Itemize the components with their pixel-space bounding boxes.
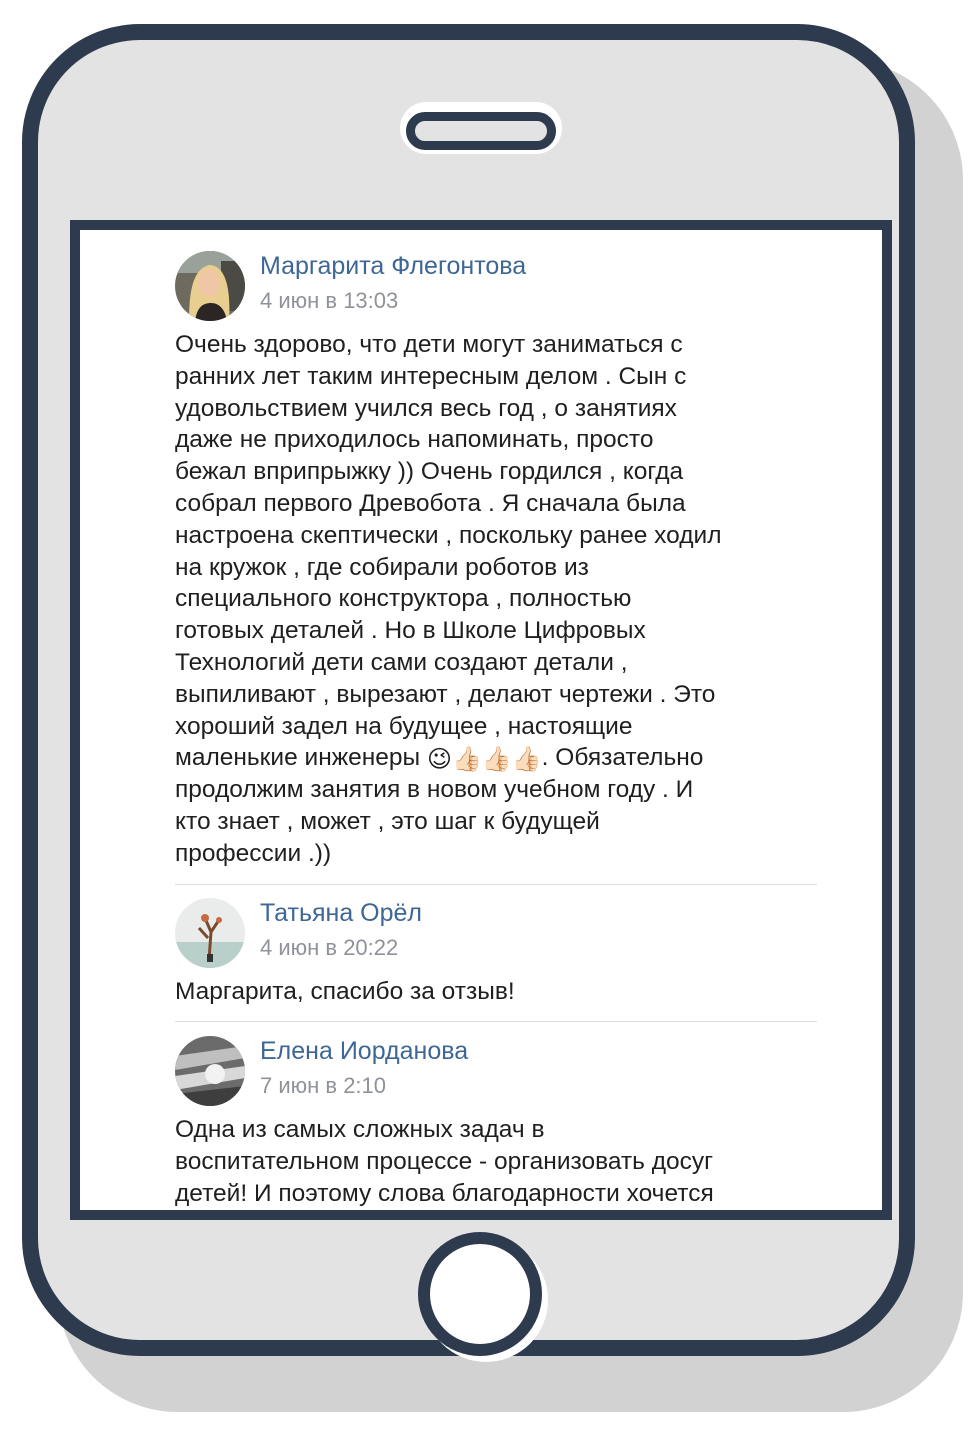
comment-text: Одна из самых сложных задач в воспитател…: [175, 1116, 714, 1207]
comment-date[interactable]: 4 июн в 20:22: [260, 935, 398, 961]
avatar[interactable]: [175, 898, 245, 968]
comment-text: Очень здорово, что дети могут заниматься…: [175, 329, 825, 870]
thumbs-up-emoji: 👍🏻: [451, 746, 482, 774]
comment-2: Татьяна Орёл 4 июн в 20:22 Маргарита, сп…: [175, 898, 825, 1018]
thumbs-up-emoji: 👍🏻: [511, 746, 542, 774]
avatar[interactable]: [175, 1036, 245, 1106]
comment-divider: [175, 884, 817, 885]
comment-date[interactable]: 4 июн в 13:03: [260, 288, 398, 314]
avatar-tatiana-image: [175, 898, 245, 968]
comment-author[interactable]: Елена Иорданова: [260, 1036, 468, 1066]
phone-speaker: [406, 112, 556, 150]
avatar[interactable]: [175, 251, 245, 321]
comment-author[interactable]: Татьяна Орёл: [260, 898, 422, 928]
comment-1: Маргарита Флегонтова 4 июн в 13:03 Очень…: [175, 251, 825, 871]
comment-3: Елена Иорданова 7 июн в 2:10 Одна из сам…: [175, 1036, 825, 1210]
avatar-elena-image: [175, 1036, 245, 1106]
phone-screen: Маргарита Флегонтова 4 июн в 13:03 Очень…: [70, 220, 892, 1220]
home-button[interactable]: [418, 1232, 542, 1356]
comment-text-part: Очень здорово, что дети могут заниматься…: [175, 331, 722, 772]
thumbs-up-emoji: 👍🏻: [481, 746, 512, 774]
comment-date[interactable]: 7 июн в 2:10: [260, 1073, 386, 1099]
comment-author[interactable]: Маргарита Флегонтова: [260, 251, 526, 281]
wink-emoji: 😉: [426, 746, 452, 774]
avatar-margarita-image: [175, 251, 245, 321]
comment-text: Маргарита, спасибо за отзыв!: [175, 978, 515, 1005]
comment-divider: [175, 1021, 817, 1022]
